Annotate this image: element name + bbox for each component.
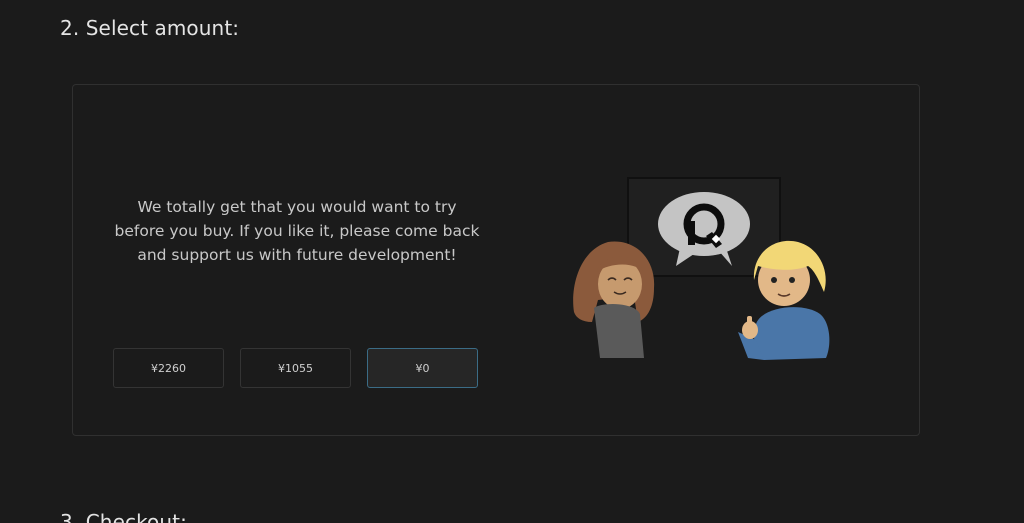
select-amount-title: 2. Select amount:	[60, 16, 240, 40]
checkout-title: 3. Checkout:	[60, 510, 187, 523]
amount-options: ¥2260 ¥1055 ¥0	[113, 348, 478, 388]
amount-button-2260[interactable]: ¥2260	[113, 348, 224, 388]
try-before-buy-message: We totally get that you would want to tr…	[114, 198, 480, 264]
girl-character	[573, 241, 655, 358]
page: 2. Select amount: We totally get that yo…	[0, 0, 1024, 523]
amount-button-0[interactable]: ¥0	[367, 348, 478, 388]
characters-illustration	[573, 177, 830, 360]
amount-button-1055[interactable]: ¥1055	[240, 348, 351, 388]
